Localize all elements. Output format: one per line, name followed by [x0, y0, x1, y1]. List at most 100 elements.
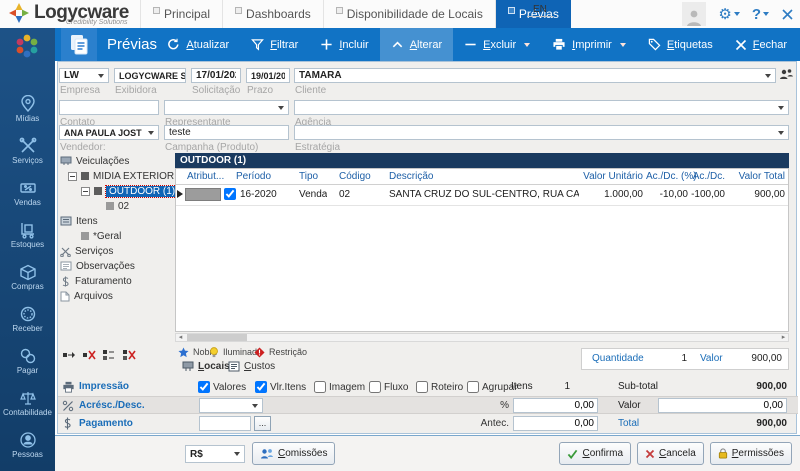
- chevron-down-icon: [778, 131, 784, 135]
- agencia-select[interactable]: [294, 100, 789, 115]
- col-valor-total: Valor Total: [728, 169, 785, 184]
- tab-locais[interactable]: Locais: [182, 359, 230, 373]
- filtrar-button[interactable]: Filtrar: [240, 28, 309, 61]
- tree-item-outdoor[interactable]: OUTDOOR (1): [81, 184, 178, 198]
- pct-input[interactable]: [513, 398, 598, 413]
- imprimir-button[interactable]: Imprimir: [541, 28, 637, 61]
- tree-item-servicos[interactable]: Serviços: [60, 244, 113, 258]
- sidebar-item-vendas[interactable]: Vendas: [0, 179, 55, 207]
- currency-select[interactable]: R$: [185, 445, 245, 463]
- tab-principal[interactable]: Principal: [140, 0, 222, 28]
- scroll-left-icon[interactable]: ◂: [176, 334, 185, 341]
- alterar-button[interactable]: Alterar: [380, 28, 453, 61]
- row-checkbox[interactable]: [224, 188, 236, 200]
- sidebar-item-pessoas[interactable]: Pessoas: [0, 431, 55, 459]
- collapse-icon[interactable]: [68, 172, 77, 181]
- checkbox-roteiro[interactable]: Roteiro: [416, 381, 463, 393]
- tree-item-geral[interactable]: *Geral: [81, 229, 121, 243]
- chevron-down-icon: [778, 106, 784, 110]
- acresc-valor-input[interactable]: [658, 398, 787, 413]
- logo-plus-icon: [8, 2, 30, 24]
- checkbox-fluxo[interactable]: Fluxo: [369, 381, 408, 393]
- sidebar-item-contabilidade[interactable]: Contabilidade: [0, 389, 55, 417]
- settings-button[interactable]: ⚙: [718, 5, 739, 23]
- billboard-icon: [60, 156, 72, 166]
- solicitacao-field[interactable]: [191, 68, 241, 83]
- sidebar-item-servicos[interactable]: Serviços: [0, 137, 55, 165]
- map-pin-icon: [19, 95, 37, 113]
- sidebar-item-pagar[interactable]: Pagar: [0, 347, 55, 375]
- sidebar-item-receber[interactable]: Receber: [0, 305, 55, 333]
- lock-icon: [718, 448, 728, 459]
- scroll-right-icon[interactable]: ▸: [779, 334, 788, 341]
- grid-hscrollbar[interactable]: ◂ ▸: [175, 333, 789, 342]
- comissoes-button[interactable]: Comissões: [252, 442, 335, 465]
- exibidora-select[interactable]: LOGYCWARE SISTI: [114, 68, 186, 83]
- atualizar-button[interactable]: Atualizar: [156, 28, 240, 61]
- vendedor-select[interactable]: ANA PAULA JOST: [59, 125, 159, 140]
- scroll-thumb[interactable]: [187, 334, 247, 341]
- cancela-button[interactable]: Cancela: [637, 442, 704, 465]
- campanha-field[interactable]: [164, 125, 289, 140]
- caret-up-icon: [391, 38, 404, 51]
- etiquetas-button[interactable]: Etiquetas: [637, 28, 724, 61]
- remove-node-icon[interactable]: [82, 349, 96, 361]
- sidebar-item-estoques[interactable]: Estoques: [0, 221, 55, 249]
- cell-descricao: SANTA CRUZ DO SUL-CENTRO, RUA CAPITÃO FE…: [389, 186, 579, 204]
- cliente-select[interactable]: TAMARA: [294, 68, 776, 83]
- pagamento-field[interactable]: [199, 416, 251, 431]
- language-selector[interactable]: EN: [527, 4, 553, 17]
- balance-scale-icon: [19, 389, 37, 407]
- permissoes-button[interactable]: Permissões: [710, 442, 792, 465]
- estrategia-label: Estratégia: [295, 142, 340, 153]
- sidebar-item-compras[interactable]: Compras: [0, 263, 55, 291]
- tab-disponibilidade[interactable]: Disponibilidade de Locais: [323, 0, 495, 28]
- checkbox-vlr-itens[interactable]: Vlr.Itens: [255, 381, 306, 393]
- contato-input[interactable]: [64, 102, 154, 113]
- add-branch-icon[interactable]: [102, 349, 116, 361]
- chevron-down-icon: [148, 131, 154, 135]
- help-button[interactable]: ?: [752, 6, 769, 23]
- printer-icon: [552, 38, 566, 51]
- checkbox-agrupar[interactable]: Agrupar: [467, 381, 518, 393]
- vendedor-label: Vendedor:: [60, 142, 106, 153]
- excluir-button[interactable]: Excluir: [453, 28, 541, 61]
- campanha-input[interactable]: [169, 127, 284, 138]
- prazo-field[interactable]: [246, 68, 290, 83]
- tree-item-faturamento[interactable]: Faturamento: [60, 274, 132, 288]
- locais-grid[interactable]: Atribut... Período Tipo Código Descrição…: [175, 168, 789, 332]
- collapse-icon[interactable]: [81, 187, 90, 196]
- contato-field[interactable]: [59, 100, 159, 115]
- acresc-select[interactable]: [199, 398, 263, 413]
- clients-people-icon[interactable]: [779, 68, 794, 82]
- empresa-select[interactable]: LW: [59, 68, 109, 83]
- pagamento-browse-button[interactable]: ...: [254, 416, 271, 431]
- checkbox-imagem[interactable]: Imagem: [314, 381, 365, 393]
- close-window-button[interactable]: [781, 8, 794, 21]
- tree-item-itens[interactable]: Itens: [60, 214, 98, 228]
- sidebar-item-midias[interactable]: Mídias: [0, 95, 55, 123]
- tree-item-arquivos[interactable]: Arquivos: [60, 289, 113, 303]
- solicitacao-label: Solicitação: [192, 85, 240, 96]
- tree-item-midia-exterior[interactable]: MIDIA EXTERIOR (1): [68, 169, 189, 183]
- tab-custos[interactable]: Custos: [228, 359, 275, 373]
- confirma-button[interactable]: Confirma: [559, 442, 631, 465]
- add-node-icon[interactable]: [62, 349, 76, 361]
- tab-dashboards[interactable]: Dashboards: [222, 0, 323, 28]
- user-avatar[interactable]: [682, 2, 706, 26]
- prazo-input[interactable]: [251, 71, 285, 81]
- representante-select[interactable]: [164, 100, 289, 115]
- pagamento-input[interactable]: [204, 418, 246, 429]
- node-icon: [81, 172, 89, 180]
- tree-item-veiculacoes[interactable]: Veiculações: [60, 154, 129, 168]
- antec-input[interactable]: [513, 416, 598, 431]
- estrategia-select[interactable]: [294, 125, 789, 140]
- incluir-button[interactable]: Incluir: [309, 28, 379, 61]
- tree-item-02[interactable]: 02: [106, 199, 129, 213]
- remove-branch-icon[interactable]: [122, 349, 136, 361]
- tree-item-observacoes[interactable]: Observações: [60, 259, 135, 273]
- checkbox-valores[interactable]: Valores: [198, 381, 246, 393]
- fechar-button[interactable]: Fechar: [724, 28, 798, 61]
- page-title: Prévias: [107, 28, 157, 61]
- solicitacao-input[interactable]: [196, 70, 236, 81]
